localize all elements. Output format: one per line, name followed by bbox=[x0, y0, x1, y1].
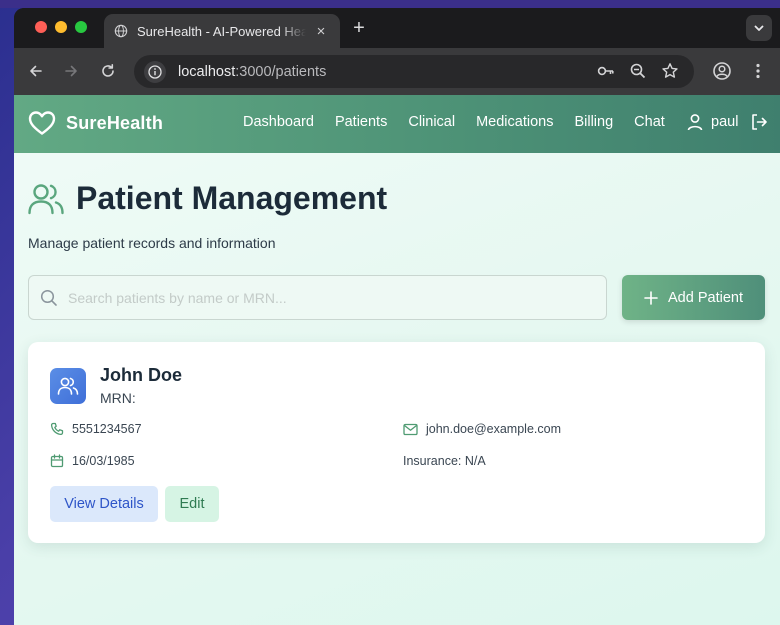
search-input[interactable] bbox=[68, 289, 568, 306]
add-patient-label: Add Patient bbox=[668, 289, 743, 306]
password-key-icon[interactable] bbox=[596, 61, 616, 81]
site-info-button[interactable] bbox=[144, 60, 166, 83]
patient-name: John Doe bbox=[100, 365, 183, 385]
browser-right-actions bbox=[712, 61, 768, 81]
phone-text: 5551234567 bbox=[72, 422, 142, 436]
patient-card: John Doe MRN: 5551234567 john.doe@exampl… bbox=[28, 342, 765, 543]
forward-arrow-icon bbox=[65, 65, 77, 77]
brand-name: SureHealth bbox=[66, 112, 164, 133]
nav-medications[interactable]: Medications bbox=[476, 114, 553, 130]
main-nav: Dashboard Patients Clinical Medications … bbox=[243, 114, 686, 130]
user-menu[interactable]: paul bbox=[687, 113, 768, 131]
tab-strip: SureHealth - AI-Powered Hea × + bbox=[14, 8, 780, 48]
nav-clinical[interactable]: Clinical bbox=[408, 114, 455, 130]
window-controls bbox=[35, 21, 87, 33]
web-page: SureHealth Dashboard Patients Clinical M… bbox=[14, 95, 780, 625]
url-path: :3000/patients bbox=[235, 63, 327, 80]
info-icon bbox=[148, 64, 162, 79]
reload-icon bbox=[102, 64, 114, 77]
reload-button[interactable] bbox=[94, 57, 122, 85]
address-bar[interactable]: localhost:3000/patients bbox=[134, 55, 694, 88]
email-text: john.doe@example.com bbox=[426, 422, 561, 436]
patient-phone: 5551234567 bbox=[50, 422, 142, 436]
patient-dob: 16/03/1985 bbox=[50, 454, 135, 468]
dob-text: 16/03/1985 bbox=[72, 454, 135, 468]
chevron-down-icon bbox=[754, 25, 764, 31]
globe-icon bbox=[114, 24, 128, 38]
desktop-background bbox=[0, 0, 780, 8]
browser-tab-active[interactable]: SureHealth - AI-Powered Hea × bbox=[104, 14, 340, 48]
page-title: Patient Management bbox=[76, 180, 388, 216]
users-icon bbox=[28, 183, 64, 214]
browser-toolbar: localhost:3000/patients bbox=[14, 48, 780, 95]
edit-button[interactable]: Edit bbox=[165, 486, 219, 522]
calendar-icon bbox=[50, 454, 64, 468]
bookmark-star-icon[interactable] bbox=[660, 61, 680, 81]
more-menu-icon[interactable] bbox=[748, 61, 768, 81]
profile-icon[interactable] bbox=[712, 61, 732, 81]
back-arrow-icon bbox=[30, 65, 42, 77]
back-button[interactable] bbox=[22, 57, 50, 85]
minimize-window-button[interactable] bbox=[55, 21, 67, 33]
nav-billing[interactable]: Billing bbox=[574, 114, 613, 130]
patient-mrn: MRN: bbox=[100, 390, 136, 406]
nav-chat[interactable]: Chat bbox=[634, 114, 665, 130]
brand[interactable]: SureHealth bbox=[28, 110, 163, 136]
logout-icon[interactable] bbox=[750, 113, 768, 131]
plus-icon bbox=[644, 290, 658, 305]
user-icon bbox=[687, 114, 703, 131]
patient-insurance: Insurance: N/A bbox=[403, 454, 486, 468]
forward-button[interactable] bbox=[57, 57, 85, 85]
search-icon bbox=[40, 289, 57, 306]
phone-icon bbox=[50, 422, 64, 436]
heart-icon bbox=[28, 111, 56, 135]
page-header: Patient Management bbox=[28, 180, 387, 217]
tab-search-button[interactable] bbox=[746, 15, 772, 41]
tab-close-icon[interactable]: × bbox=[312, 23, 330, 40]
nav-patients[interactable]: Patients bbox=[335, 114, 387, 130]
app-navbar: SureHealth Dashboard Patients Clinical M… bbox=[14, 95, 780, 153]
address-bar-actions bbox=[596, 61, 680, 81]
patient-avatar bbox=[50, 368, 86, 404]
add-patient-button[interactable]: Add Patient bbox=[622, 275, 765, 320]
nav-dashboard[interactable]: Dashboard bbox=[243, 114, 314, 130]
page-subtitle: Manage patient records and information bbox=[28, 235, 276, 251]
new-tab-button[interactable]: + bbox=[347, 17, 371, 40]
patient-email: john.doe@example.com bbox=[403, 422, 561, 436]
user-name: paul bbox=[711, 114, 739, 130]
url-text: localhost:3000/patients bbox=[178, 64, 326, 80]
view-details-button[interactable]: View Details bbox=[50, 486, 158, 522]
maximize-window-button[interactable] bbox=[75, 21, 87, 33]
url-host: localhost bbox=[178, 63, 236, 80]
zoom-icon[interactable] bbox=[628, 61, 648, 81]
close-window-button[interactable] bbox=[35, 21, 47, 33]
tab-title: SureHealth - AI-Powered Hea bbox=[137, 23, 306, 39]
users-icon bbox=[57, 377, 79, 395]
patient-search bbox=[28, 275, 607, 320]
insurance-text: Insurance: N/A bbox=[403, 454, 486, 468]
mail-icon bbox=[403, 423, 418, 435]
browser-window: SureHealth - AI-Powered Hea × + localhos… bbox=[14, 8, 780, 625]
